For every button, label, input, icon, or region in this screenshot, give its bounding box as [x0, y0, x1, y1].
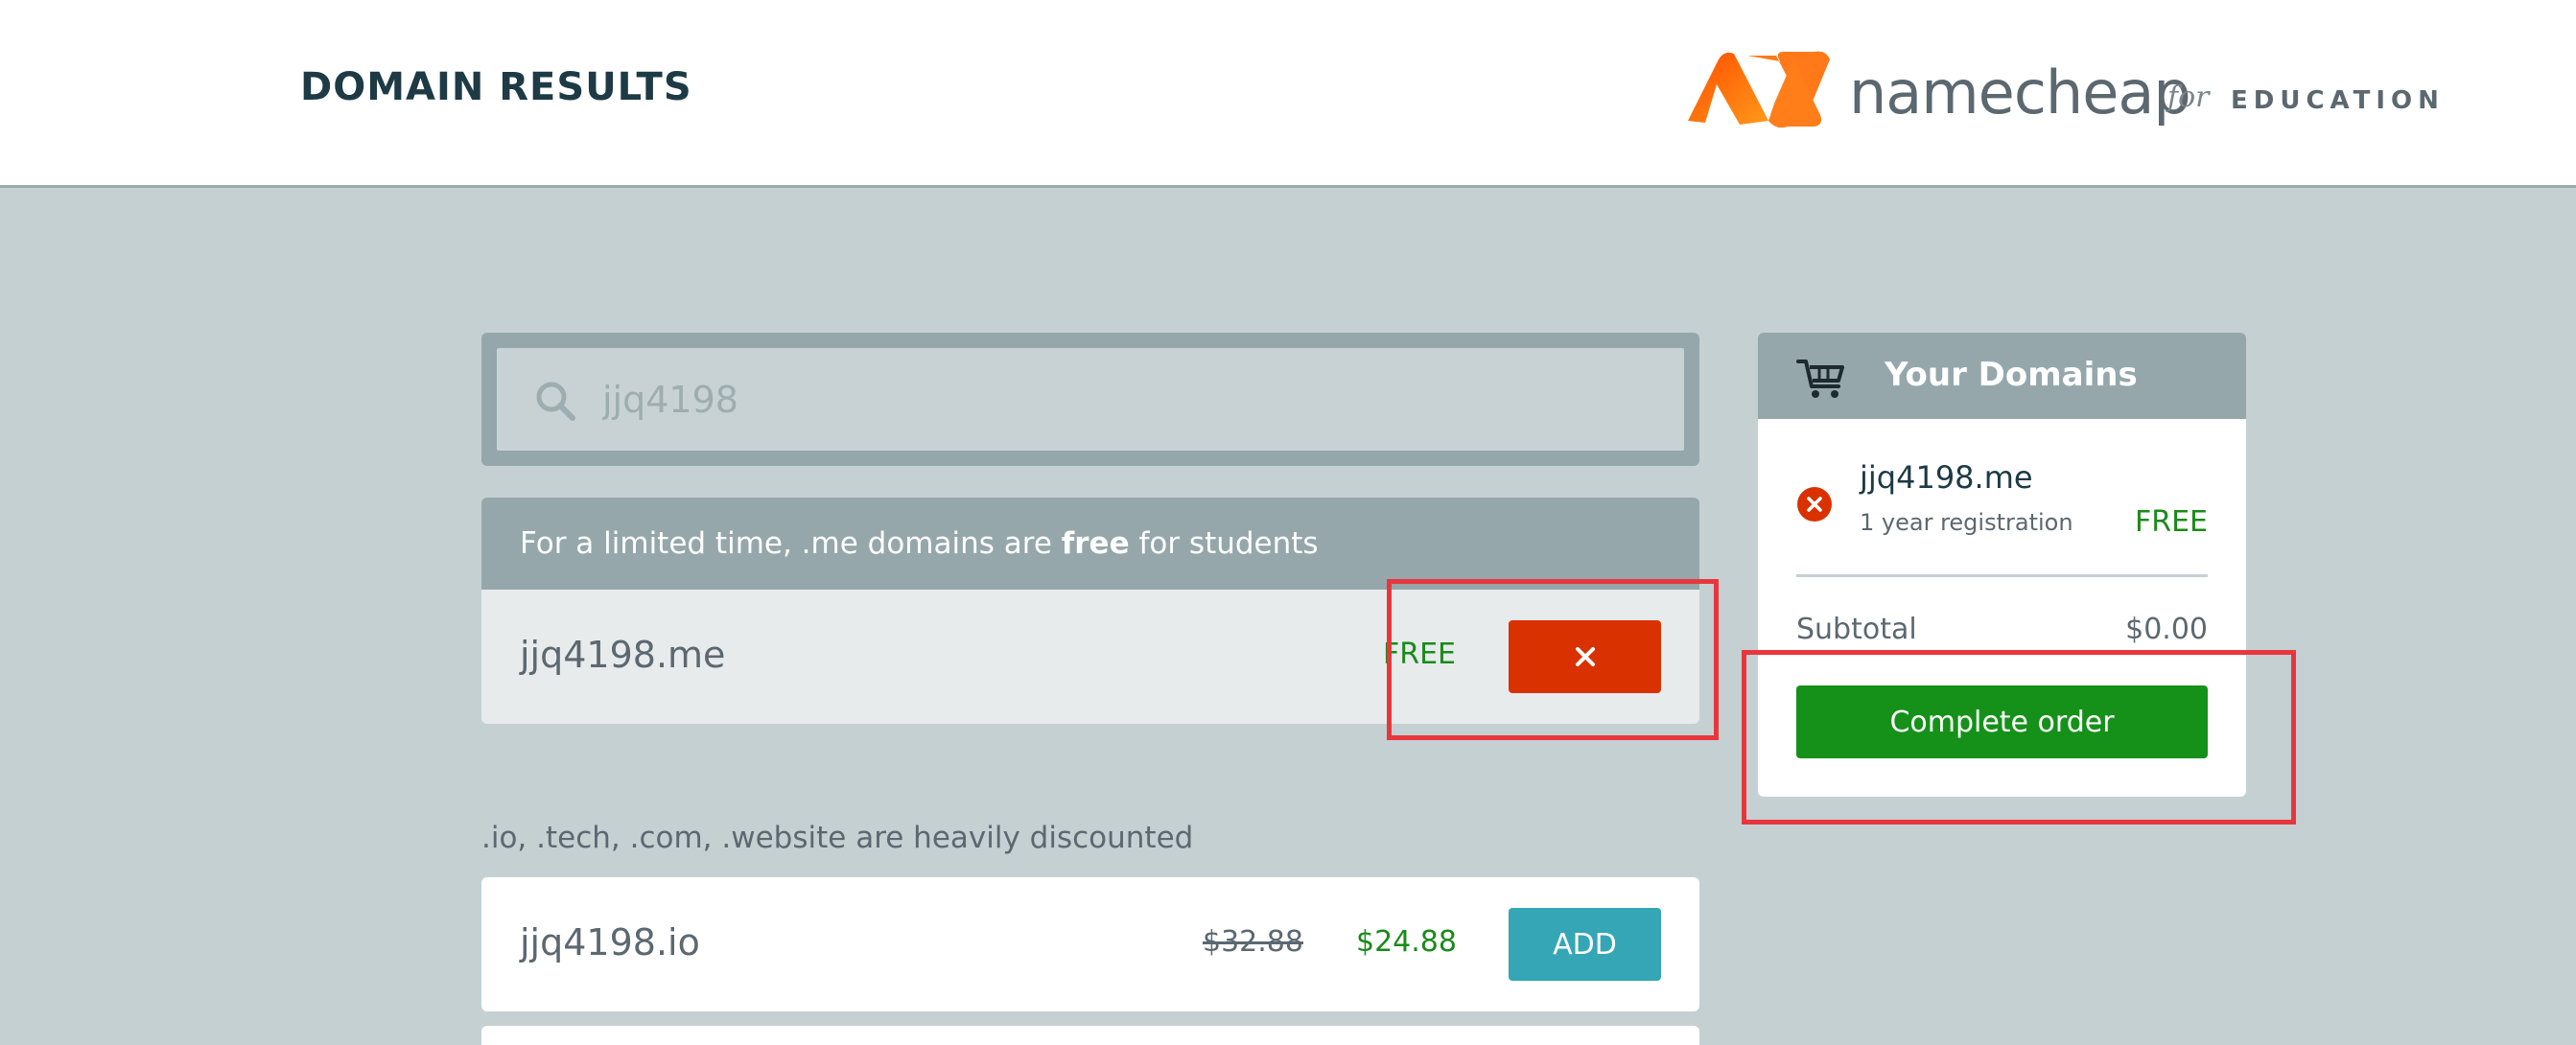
cart-item-price: FREE [2134, 505, 2208, 539]
namecheap-logo-icon [1688, 51, 1830, 128]
cart-title: Your Domains [1885, 356, 2138, 394]
close-icon [1575, 647, 1595, 666]
search-icon [536, 382, 575, 421]
promo-banner: For a limited time, .me domains are free… [481, 498, 1699, 590]
logo-education-text: EDUCATION [2231, 86, 2445, 115]
domain-price: FREE [1383, 638, 1457, 671]
domain-name: jjq4198.io [520, 921, 700, 964]
cart-panel: Your Domains jjq4198.me 1 year registrat… [1758, 333, 2246, 797]
cart-icon [1796, 360, 1844, 398]
remove-domain-button[interactable] [1509, 620, 1661, 693]
result-row-next [481, 1026, 1699, 1045]
search-panel [481, 333, 1699, 466]
add-domain-button[interactable]: ADD [1509, 908, 1661, 981]
page-title: DOMAIN RESULTS [300, 65, 692, 109]
promo-text-bold: free [1061, 526, 1130, 561]
cart-item-domain: jjq4198.me [1860, 459, 2033, 496]
subtotal-value: $0.00 [2125, 613, 2208, 646]
discount-heading: .io, .tech, .com, .website are heavily d… [481, 821, 1194, 855]
logo-wordmark: namecheap [1849, 58, 2191, 128]
cart-item-term: 1 year registration [1860, 509, 2073, 536]
search-box[interactable] [497, 348, 1684, 451]
logo-for-text: for [2167, 81, 2210, 114]
discount-price: $24.88 [1356, 925, 1457, 959]
promo-text-start: For a limited time, .me domains are [520, 526, 1062, 561]
promo-text: For a limited time, .me domains are free… [520, 526, 1319, 561]
result-row-me: jjq4198.me FREE [481, 590, 1699, 724]
cart-header: Your Domains [1758, 333, 2246, 419]
domain-name: jjq4198.me [520, 634, 726, 676]
result-row-io: jjq4198.io $32.88 $24.88 ADD [481, 877, 1699, 1011]
search-input[interactable] [602, 371, 1657, 429]
old-price: $32.88 [1203, 925, 1303, 959]
remove-circle-icon[interactable] [1796, 486, 1833, 522]
subtotal-label: Subtotal [1796, 613, 1917, 646]
top-header: DOMAIN RESULTS namecheap for EDUCATION [0, 0, 2576, 188]
promo-text-end: for students [1129, 526, 1319, 561]
cart-divider [1796, 574, 2208, 577]
complete-order-button[interactable]: Complete order [1796, 685, 2208, 758]
